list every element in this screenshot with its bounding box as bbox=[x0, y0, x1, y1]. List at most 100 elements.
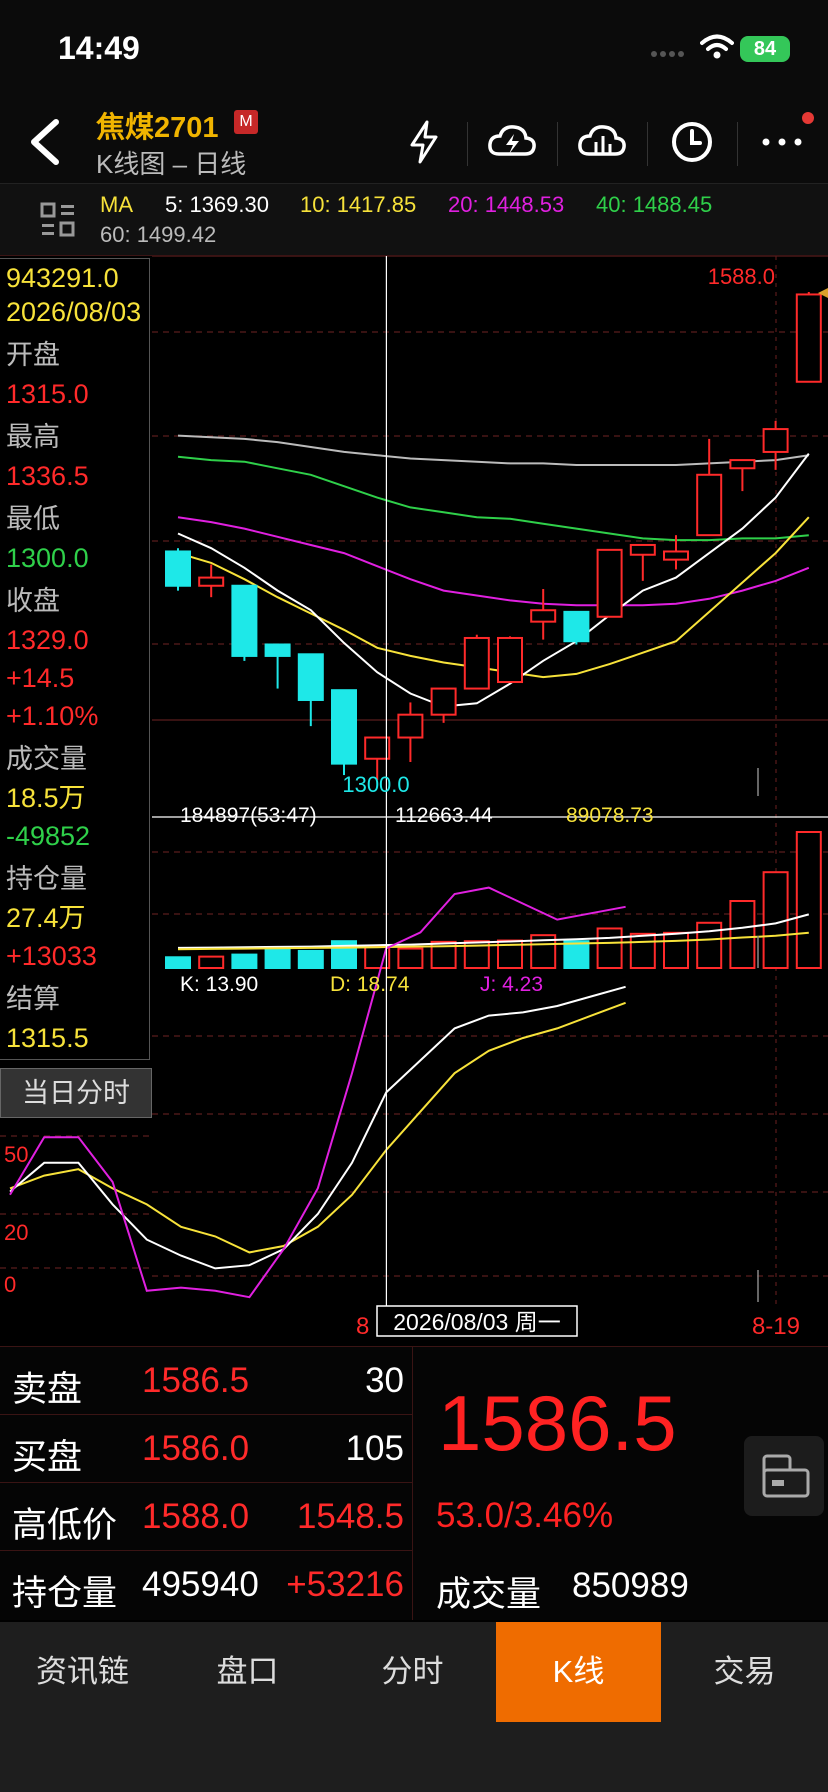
header-separator bbox=[737, 122, 738, 166]
contract-title[interactable]: 焦煤2701 bbox=[96, 104, 219, 146]
info-volume-change: -49852 bbox=[6, 821, 91, 851]
tab-kline[interactable]: K线 bbox=[496, 1622, 661, 1722]
bid-price: 1586.0 bbox=[142, 1429, 250, 1468]
ask-price: 1586.5 bbox=[142, 1361, 250, 1400]
candle-body bbox=[397, 713, 424, 739]
volume-header-a: 184897(53:47) bbox=[180, 804, 317, 827]
price-change: 53.0/3.46% bbox=[436, 1496, 614, 1535]
candle-body bbox=[762, 428, 789, 453]
info-settle-label: 结算 bbox=[6, 984, 60, 1014]
moving-average-bar: MA 5: 1369.30 10: 1417.85 20: 1448.53 40… bbox=[0, 184, 828, 256]
notification-dot bbox=[802, 112, 814, 124]
header-bar: 焦煤2701 M K线图 – 日线 bbox=[0, 100, 828, 184]
volume-bar bbox=[397, 947, 424, 969]
cloud-chart-icon bbox=[578, 125, 626, 156]
more-dots-icon bbox=[762, 138, 802, 146]
back-button[interactable] bbox=[20, 116, 72, 168]
volume-bar bbox=[629, 932, 656, 970]
volume-bar bbox=[198, 955, 225, 970]
candle-body bbox=[563, 610, 590, 643]
volume-bar bbox=[165, 956, 191, 969]
bottom-tab-bar: 资讯链 盘口 分时 K线 交易 bbox=[0, 1622, 828, 1792]
volume-bars bbox=[165, 768, 822, 970]
wifi-icon bbox=[700, 34, 734, 59]
tab-intraday[interactable]: 分时 bbox=[330, 1622, 495, 1722]
open-interest-value: 495940 bbox=[142, 1565, 259, 1604]
lightning-button[interactable] bbox=[392, 112, 456, 172]
volume-bar bbox=[297, 949, 324, 970]
main-contract-badge: M bbox=[234, 110, 258, 134]
header-separator bbox=[557, 122, 558, 166]
info-low-value: 1300.0 bbox=[6, 543, 89, 573]
cloud-indicator-button[interactable] bbox=[570, 112, 634, 172]
candle-body bbox=[231, 584, 258, 657]
info-high-value: 1336.5 bbox=[6, 461, 89, 491]
info-oi-value: 27.4万 bbox=[6, 903, 86, 933]
candle-body bbox=[696, 473, 723, 537]
indicator-grid-icon[interactable] bbox=[40, 202, 76, 238]
clock-icon bbox=[672, 122, 712, 162]
kdj-j-label: J: 4.23 bbox=[480, 973, 543, 996]
info-open-label: 开盘 bbox=[6, 340, 60, 370]
chart-period-subtitle[interactable]: K线图 – 日线 bbox=[96, 144, 246, 181]
info-close-value: 1329.0 bbox=[6, 625, 89, 655]
ma60-line bbox=[177, 434, 809, 466]
info-value: 943291.0 bbox=[6, 263, 119, 293]
x-axis-cursor-date: 2026/08/03 周一 bbox=[393, 1309, 561, 1335]
intraday-chart-button[interactable]: 当日分时 bbox=[0, 1068, 152, 1118]
ma5-value: 5: 1369.30 bbox=[165, 192, 269, 217]
kdj-y-label-20: 20 bbox=[4, 1220, 28, 1245]
info-change-pct: +1.10% bbox=[6, 701, 99, 731]
open-interest-change: +53216 bbox=[286, 1565, 404, 1604]
candlesticks bbox=[165, 292, 822, 780]
layout-toggle-button[interactable] bbox=[744, 1436, 824, 1516]
ma40-value: 40: 1488.45 bbox=[596, 192, 713, 217]
ma60-value: 60: 1499.42 bbox=[100, 222, 217, 247]
max-price-label: 1588.0 bbox=[708, 264, 775, 289]
ma10-value: 10: 1417.85 bbox=[300, 192, 417, 217]
volume-bar bbox=[795, 831, 822, 969]
ma20-value: 20: 1448.53 bbox=[448, 192, 565, 217]
layout-toggle-icon bbox=[762, 1454, 810, 1498]
info-volume-label: 成交量 bbox=[6, 744, 87, 774]
candle-body bbox=[165, 550, 191, 587]
kdj-y-label-50: 50 bbox=[4, 1142, 28, 1167]
info-high-label: 最高 bbox=[6, 422, 60, 452]
tab-news-chain[interactable]: 资讯链 bbox=[0, 1622, 165, 1722]
info-volume-value: 18.5万 bbox=[6, 783, 86, 813]
candle-body bbox=[198, 576, 225, 587]
candle-body bbox=[729, 459, 756, 470]
info-oi-label: 持仓量 bbox=[6, 864, 87, 894]
history-button[interactable] bbox=[660, 112, 724, 172]
day-high-price: 1588.0 bbox=[142, 1497, 250, 1536]
crosshair-info-panel: 943291.0 2026/08/03 开盘 1315.0 最高 1336.5 … bbox=[0, 258, 150, 1060]
info-date: 2026/08/03 bbox=[6, 297, 142, 327]
candle-body bbox=[264, 643, 291, 657]
candle-body bbox=[463, 636, 490, 690]
crosshair bbox=[152, 256, 828, 1306]
candle-body bbox=[497, 636, 523, 684]
candle-body bbox=[430, 687, 457, 716]
volume-bar bbox=[563, 940, 590, 969]
total-volume-label: 成交量 bbox=[436, 1575, 542, 1614]
info-change-value: +14.5 bbox=[6, 663, 75, 693]
tab-trade[interactable]: 交易 bbox=[662, 1622, 827, 1722]
x-axis-left-label: 8 bbox=[356, 1313, 369, 1340]
open-interest-row: 持仓量 495940 +53216 bbox=[0, 1551, 412, 1619]
status-time: 14:49 bbox=[58, 30, 140, 66]
bid-row[interactable]: 买盘 1586.0 105 bbox=[0, 1415, 412, 1483]
lightning-icon bbox=[410, 120, 438, 164]
cloud-sync-button[interactable] bbox=[480, 112, 544, 172]
ask-row[interactable]: 卖盘 1586.5 30 bbox=[0, 1347, 412, 1415]
tab-order-book[interactable]: 盘口 bbox=[165, 1622, 330, 1722]
ask-qty: 30 bbox=[365, 1361, 404, 1400]
high-low-row: 高低价 1588.0 1548.5 bbox=[0, 1483, 412, 1551]
volume-bar bbox=[663, 931, 689, 969]
volume-header-c: 89078.73 bbox=[566, 804, 654, 827]
min-price-label: 1300.0 bbox=[342, 772, 409, 797]
quote-divider bbox=[412, 1346, 413, 1620]
info-open-value: 1315.0 bbox=[6, 379, 89, 409]
kdj-y-label-0: 0 bbox=[4, 1272, 16, 1297]
bid-label: 买盘 bbox=[12, 1438, 83, 1477]
ma-label: MA bbox=[100, 192, 133, 217]
